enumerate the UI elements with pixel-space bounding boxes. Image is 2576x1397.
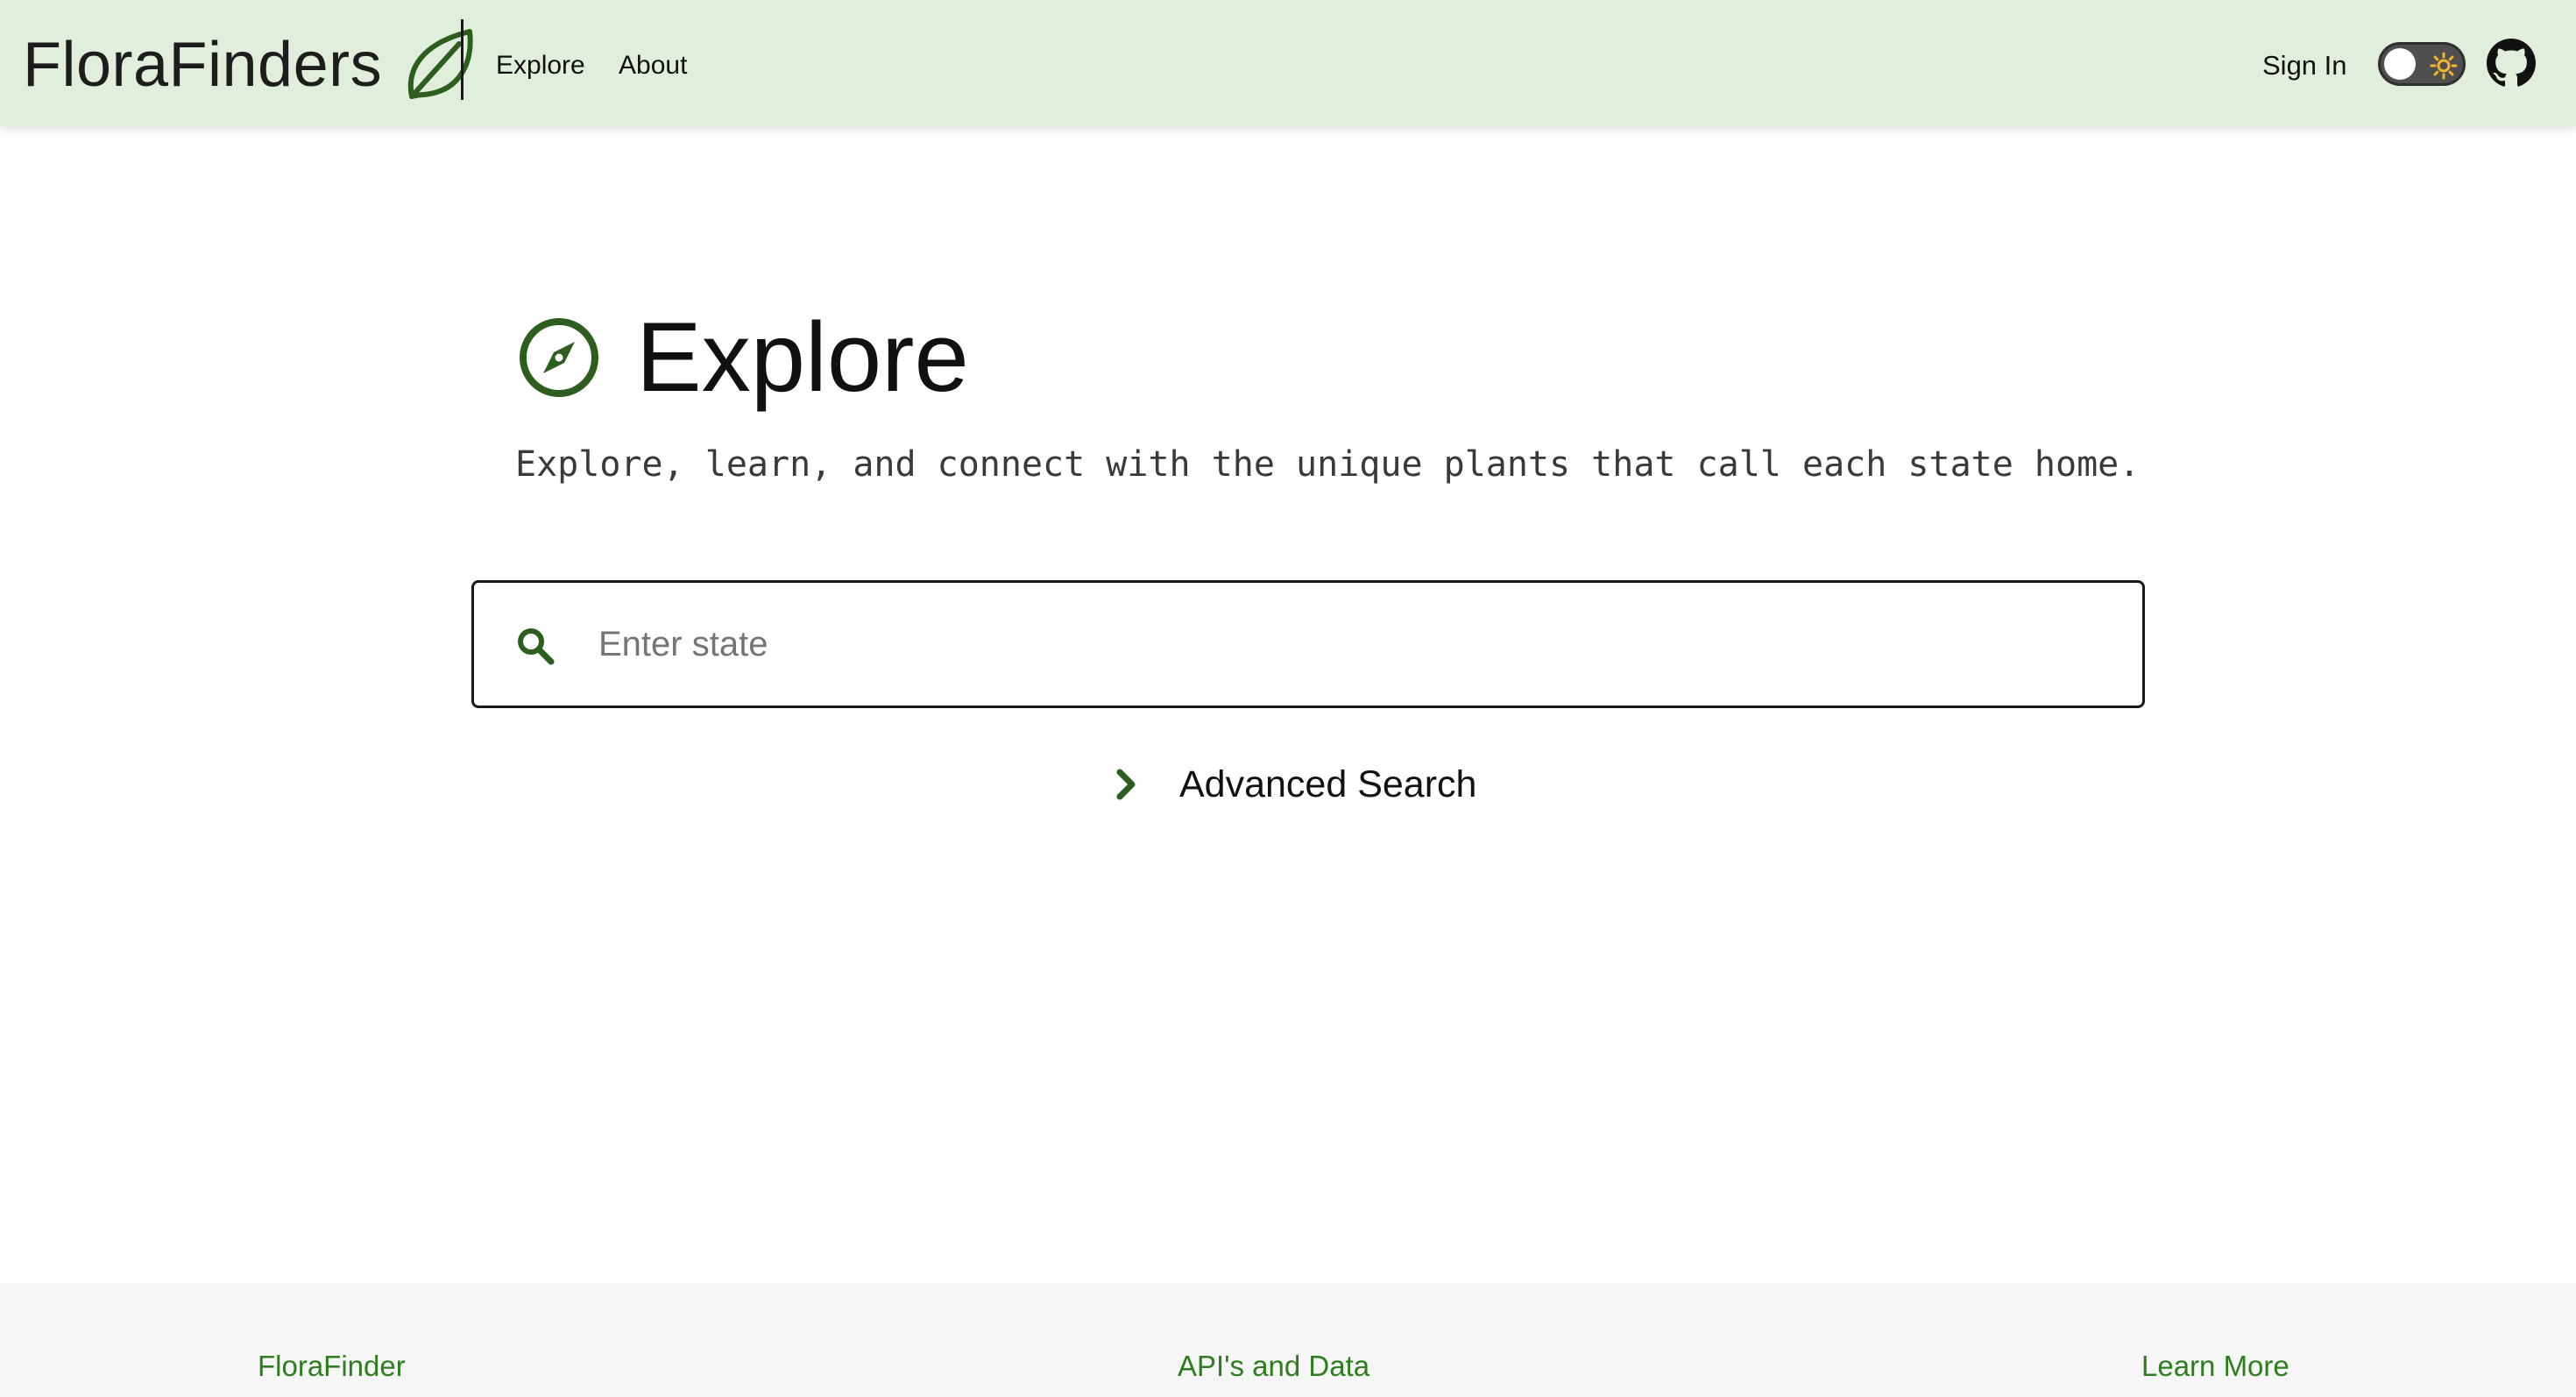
brand-divider <box>461 19 464 100</box>
nav-about-link[interactable]: About <box>619 46 687 86</box>
footer: FloraFinder API's and Data Learn More <box>0 1283 2576 1397</box>
brand-home-link[interactable]: FloraFinders <box>23 19 475 110</box>
leaf-icon <box>408 29 473 99</box>
sign-in-link[interactable]: Sign In <box>2262 46 2347 86</box>
page: FloraFinders Explore About Sign In Explo… <box>0 0 2576 1397</box>
footer-api-data-link[interactable]: API's and Data <box>1178 1346 1369 1386</box>
sun-icon <box>2430 52 2458 80</box>
toggle-knob <box>2384 48 2416 80</box>
search-icon <box>518 628 555 665</box>
top-navbar: FloraFinders Explore About Sign In <box>0 0 2576 126</box>
page-title: Explore <box>636 302 969 412</box>
theme-toggle[interactable] <box>2378 42 2466 86</box>
brand-name: FloraFinders <box>23 30 383 100</box>
nav-explore-link[interactable]: Explore <box>496 46 585 86</box>
compass-icon <box>520 318 598 397</box>
chevron-right-icon <box>1116 769 1136 800</box>
footer-learn-more-link[interactable]: Learn More <box>2141 1346 2289 1386</box>
footer-florafinder-link[interactable]: FloraFinder <box>258 1346 406 1386</box>
advanced-search-toggle[interactable]: Advanced Search <box>1108 755 1476 813</box>
state-search-box[interactable] <box>471 580 2145 708</box>
page-subtitle: Explore, learn, and connect with the uni… <box>515 444 2141 485</box>
advanced-search-label: Advanced Search <box>1179 762 1477 805</box>
state-search-input[interactable] <box>598 609 2088 679</box>
github-link[interactable] <box>2487 39 2536 88</box>
github-icon <box>2487 39 2536 87</box>
